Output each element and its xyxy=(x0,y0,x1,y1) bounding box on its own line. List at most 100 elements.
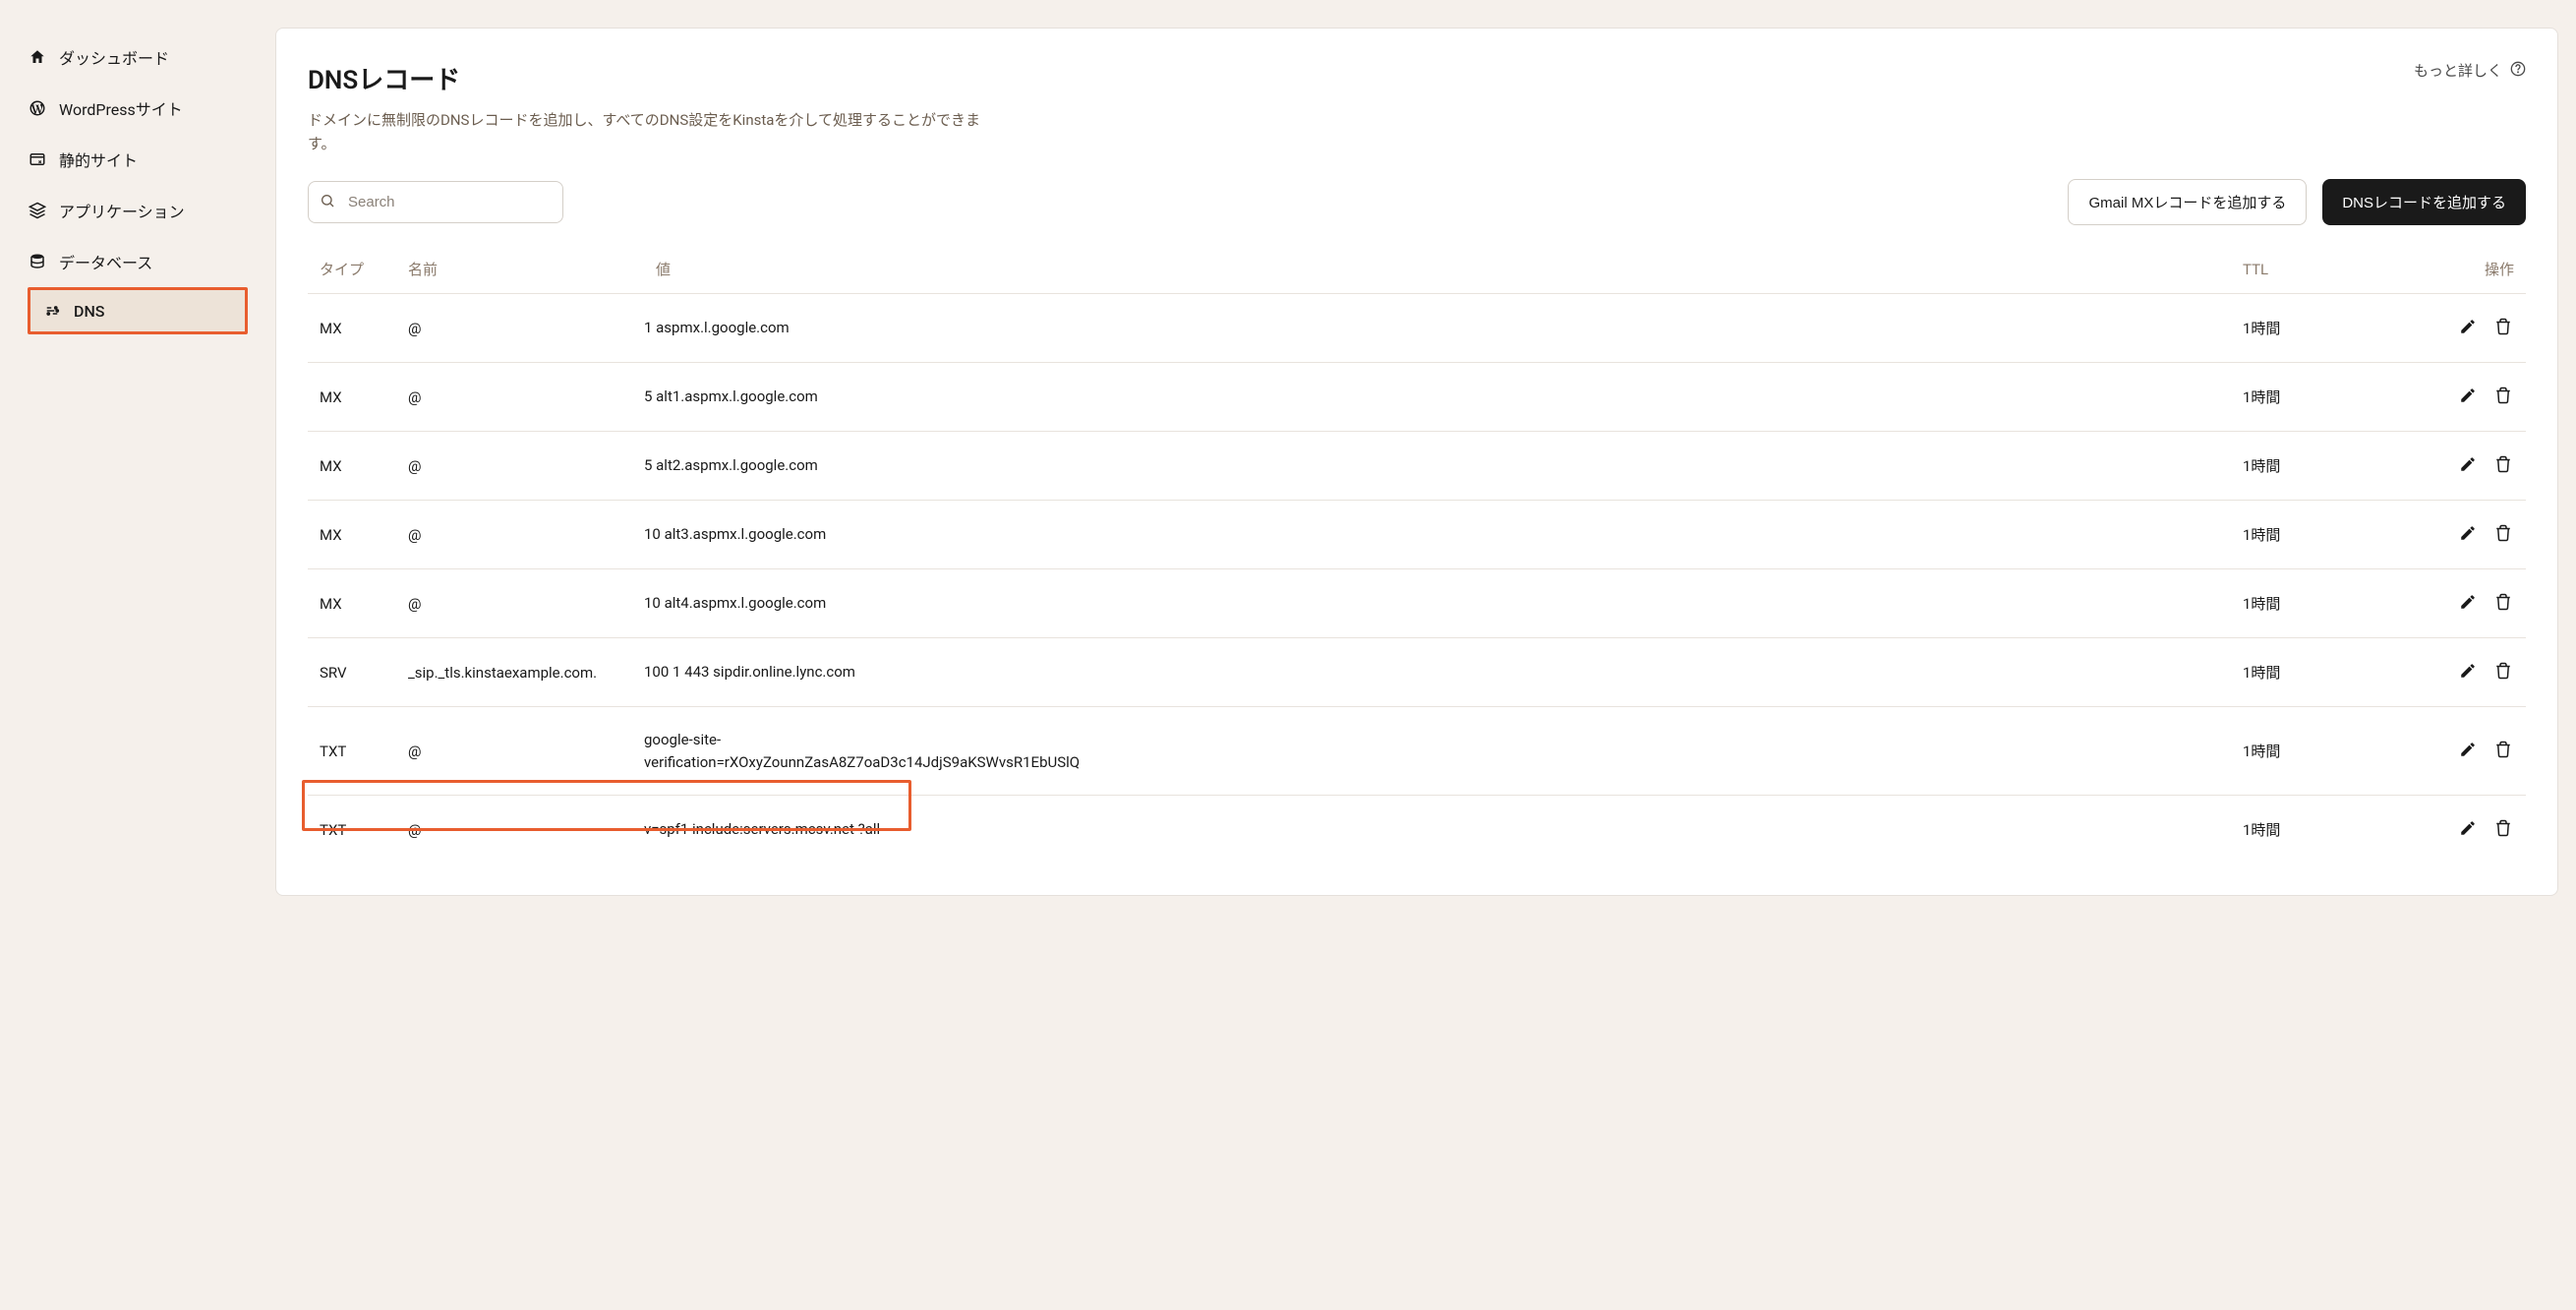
table-row: MX@5 alt2.aspmx.l.google.com1時間 xyxy=(308,432,2526,501)
trash-icon xyxy=(2494,318,2512,338)
cell-actions xyxy=(2428,294,2526,363)
cell-value: 10 alt3.aspmx.l.google.com xyxy=(632,501,2231,569)
cell-ttl: 1時間 xyxy=(2231,363,2428,432)
page-title: DNSレコード xyxy=(308,60,460,96)
cell-type: MX xyxy=(308,363,396,432)
trash-icon xyxy=(2494,524,2512,545)
dns-icon xyxy=(42,301,62,321)
browser-icon xyxy=(28,149,47,169)
sidebar-item-dashboard[interactable]: ダッシュボード xyxy=(0,31,275,83)
cell-value: 1 aspmx.l.google.com xyxy=(632,294,2231,363)
trash-icon xyxy=(2494,741,2512,761)
add-dns-button[interactable]: DNSレコードを追加する xyxy=(2322,179,2526,225)
cell-value: 5 alt2.aspmx.l.google.com xyxy=(632,432,2231,501)
cell-name: @ xyxy=(396,569,632,638)
delete-button[interactable] xyxy=(2492,453,2514,478)
trash-icon xyxy=(2494,819,2512,840)
trash-icon xyxy=(2494,455,2512,476)
cell-actions xyxy=(2428,432,2526,501)
cell-ttl: 1時間 xyxy=(2231,796,2428,864)
cell-name: @ xyxy=(396,707,632,796)
trash-icon xyxy=(2494,593,2512,614)
edit-icon xyxy=(2459,455,2477,476)
edit-button[interactable] xyxy=(2457,591,2479,616)
sidebar-item-static[interactable]: 静的サイト xyxy=(0,134,275,185)
edit-button[interactable] xyxy=(2457,453,2479,478)
sidebar-item-wordpress[interactable]: WordPressサイト xyxy=(0,83,275,134)
cell-type: MX xyxy=(308,294,396,363)
delete-button[interactable] xyxy=(2492,739,2514,763)
cell-ttl: 1時間 xyxy=(2231,569,2428,638)
cell-actions xyxy=(2428,363,2526,432)
cell-ttl: 1時間 xyxy=(2231,432,2428,501)
th-ttl: TTL xyxy=(2231,245,2428,294)
cell-name: _sip._tls.kinstaexample.com. xyxy=(396,638,632,707)
cell-name: @ xyxy=(396,363,632,432)
edit-icon xyxy=(2459,819,2477,840)
th-name: 名前 xyxy=(396,245,632,294)
cell-type: MX xyxy=(308,501,396,569)
trash-icon xyxy=(2494,662,2512,683)
edit-button[interactable] xyxy=(2457,817,2479,842)
cell-actions xyxy=(2428,796,2526,864)
sidebar-item-label: WordPressサイト xyxy=(59,96,183,120)
search-icon xyxy=(320,193,335,212)
cell-value: google-site-verification=rXOxyZounnZasA8… xyxy=(632,707,2231,796)
wordpress-icon xyxy=(28,98,47,118)
cell-value: v=spf1 include:servers.mcsv.net ?all xyxy=(632,796,2231,864)
sidebar-item-label: DNS xyxy=(74,302,104,321)
sidebar-item-label: ダッシュボード xyxy=(59,45,169,69)
sidebar-item-database[interactable]: データベース xyxy=(0,236,275,287)
cell-actions xyxy=(2428,638,2526,707)
edit-icon xyxy=(2459,741,2477,761)
th-type: タイプ xyxy=(308,245,396,294)
help-link[interactable]: もっと詳しく xyxy=(2414,60,2526,81)
cell-ttl: 1時間 xyxy=(2231,707,2428,796)
cell-type: TXT xyxy=(308,796,396,864)
sidebar-item-label: データベース xyxy=(59,250,152,273)
gmail-mx-button[interactable]: Gmail MXレコードを追加する xyxy=(2068,179,2307,225)
delete-button[interactable] xyxy=(2492,316,2514,340)
delete-button[interactable] xyxy=(2492,817,2514,842)
delete-button[interactable] xyxy=(2492,522,2514,547)
cell-name: @ xyxy=(396,796,632,864)
cell-ttl: 1時間 xyxy=(2231,294,2428,363)
cell-type: SRV xyxy=(308,638,396,707)
edit-icon xyxy=(2459,662,2477,683)
database-icon xyxy=(28,252,47,271)
stack-icon xyxy=(28,201,47,220)
help-link-label: もっと詳しく xyxy=(2414,60,2502,81)
table-row: MX@5 alt1.aspmx.l.google.com1時間 xyxy=(308,363,2526,432)
table-row: TXT@v=spf1 include:servers.mcsv.net ?all… xyxy=(308,796,2526,864)
cell-ttl: 1時間 xyxy=(2231,638,2428,707)
edit-button[interactable] xyxy=(2457,660,2479,685)
cell-actions xyxy=(2428,569,2526,638)
edit-button[interactable] xyxy=(2457,385,2479,409)
edit-icon xyxy=(2459,387,2477,407)
sidebar-item-label: アプリケーション xyxy=(59,199,185,222)
sidebar-item-applications[interactable]: アプリケーション xyxy=(0,185,275,236)
table-row: MX@10 alt3.aspmx.l.google.com1時間 xyxy=(308,501,2526,569)
cell-actions xyxy=(2428,707,2526,796)
edit-icon xyxy=(2459,593,2477,614)
edit-button[interactable] xyxy=(2457,522,2479,547)
home-icon xyxy=(28,47,47,67)
main-content: DNSレコード もっと詳しく ドメインに無制限のDNSレコードを追加し、すべての… xyxy=(275,0,2576,1310)
sidebar: ダッシュボード WordPressサイト 静的サイト アプリケーション データベ… xyxy=(0,0,275,1310)
delete-button[interactable] xyxy=(2492,591,2514,616)
search-wrap xyxy=(308,181,563,223)
delete-button[interactable] xyxy=(2492,660,2514,685)
cell-type: MX xyxy=(308,432,396,501)
search-input[interactable] xyxy=(308,181,563,223)
help-icon xyxy=(2510,61,2526,81)
edit-button[interactable] xyxy=(2457,739,2479,763)
sidebar-item-dns[interactable]: DNS xyxy=(28,287,248,334)
dns-card: DNSレコード もっと詳しく ドメインに無制限のDNSレコードを追加し、すべての… xyxy=(275,28,2558,896)
cell-name: @ xyxy=(396,432,632,501)
edit-button[interactable] xyxy=(2457,316,2479,340)
cell-value: 5 alt1.aspmx.l.google.com xyxy=(632,363,2231,432)
table-row: SRV_sip._tls.kinstaexample.com.100 1 443… xyxy=(308,638,2526,707)
table-row: TXT@google-site-verification=rXOxyZounnZ… xyxy=(308,707,2526,796)
th-value: 値 xyxy=(632,245,2231,294)
delete-button[interactable] xyxy=(2492,385,2514,409)
